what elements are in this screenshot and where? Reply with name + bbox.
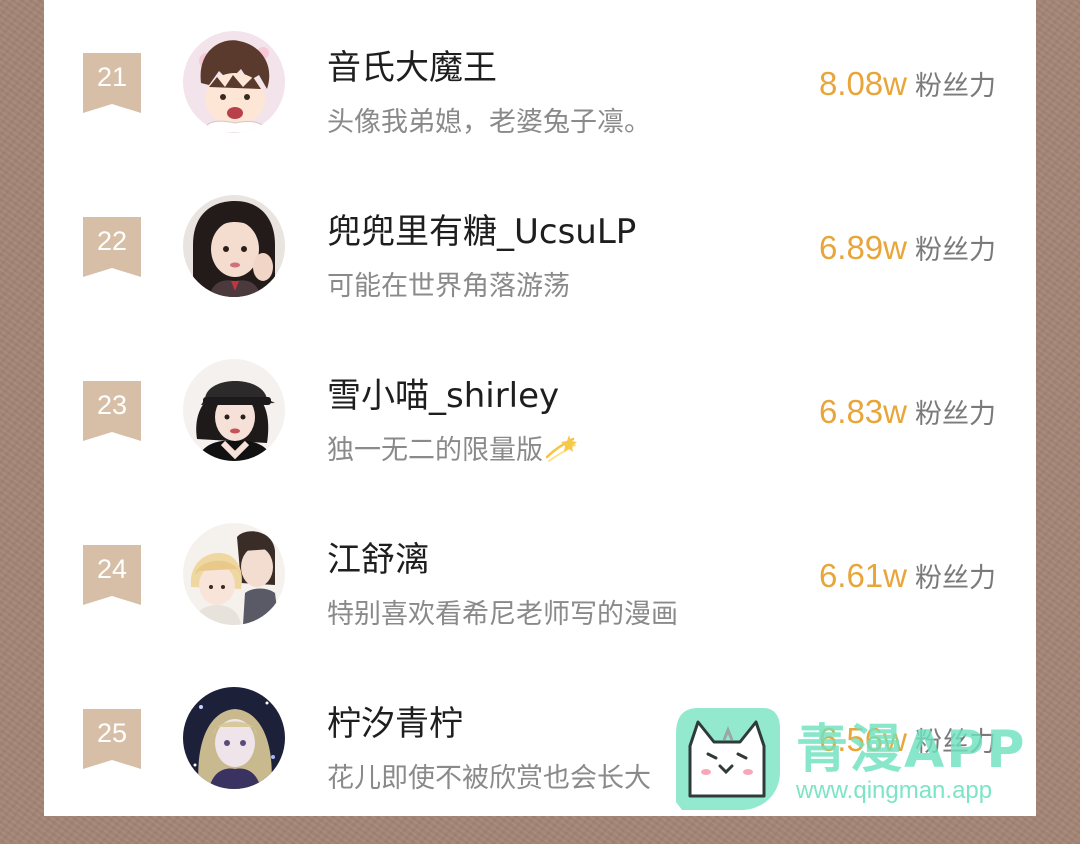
rank-number: 24: [96, 554, 128, 584]
username[interactable]: 音氏大魔王: [327, 40, 497, 89]
list-item[interactable]: 23 雪小喵_shirley 独一无二的限量版 6.83w 粉丝力: [44, 328, 1036, 492]
fans-power: 8.08w 粉丝力: [819, 64, 996, 103]
fans-label: 粉丝力: [915, 399, 996, 430]
rank-badge: 24: [83, 545, 141, 605]
list-item[interactable]: 24 江舒漓 特别喜欢看希尼老师写的漫画 6.61w 粉丝力: [44, 492, 1036, 656]
fans-label: 粉丝力: [915, 563, 996, 594]
rank-number: 21: [96, 62, 128, 92]
fans-power: 6.89w 粉丝力: [819, 228, 996, 267]
bio: 头像我弟媳，老婆兔子凛。: [327, 107, 651, 138]
fans-value: 6.83w: [818, 393, 907, 430]
fans-value: 6.61w: [818, 557, 907, 594]
rank-badge: 22: [83, 217, 141, 277]
avatar[interactable]: [183, 195, 285, 297]
fans-power: 6.61w 粉丝力: [819, 556, 996, 595]
fans-label: 粉丝力: [915, 235, 996, 266]
list-item[interactable]: 22 兜兜里有糖_UcsuLP 可能在世界角落游荡 6.89w 粉丝力: [44, 164, 1036, 328]
bio-text: 独一无二的限量版: [327, 435, 543, 466]
fans-label: 粉丝力: [915, 727, 996, 758]
list-item[interactable]: 21 音氏大魔王 头像我弟媳，老婆兔子凛。 8.08w 粉丝力: [44, 0, 1036, 164]
fans-label: 粉丝力: [915, 71, 996, 102]
fans-value: 6.89w: [818, 229, 907, 266]
bio: 独一无二的限量版: [327, 428, 579, 470]
ranking-list: 21 音氏大魔王 头像我弟媳，老婆兔子凛。 8.08w 粉丝力 22 兜兜里有糖…: [44, 0, 1036, 816]
username[interactable]: 柠汐青柠: [327, 696, 463, 745]
avatar[interactable]: [183, 359, 285, 461]
avatar[interactable]: [183, 31, 285, 133]
username[interactable]: 兜兜里有糖_UcsuLP: [327, 204, 636, 253]
username[interactable]: 雪小喵_shirley: [327, 368, 559, 417]
rank-badge: 21: [83, 53, 141, 113]
fans-value: 8.08w: [818, 65, 907, 102]
avatar[interactable]: [183, 523, 285, 625]
bio: 可能在世界角落游荡: [327, 271, 570, 302]
rank-number: 22: [96, 226, 128, 256]
list-item[interactable]: 25 柠汐青柠 花儿即使不被欣赏也会长大 6.56w 粉丝力: [44, 656, 1036, 820]
bio: 特别喜欢看希尼老师写的漫画: [327, 599, 678, 630]
dizzy-star-icon: [545, 433, 579, 470]
fans-power: 6.56w 粉丝力: [819, 720, 996, 759]
rank-number: 23: [96, 390, 128, 420]
rank-number: 25: [96, 718, 128, 748]
fans-power: 6.83w 粉丝力: [819, 392, 996, 431]
avatar[interactable]: [183, 687, 285, 789]
bio: 花儿即使不被欣赏也会长大: [327, 763, 651, 794]
fans-value: 6.56w: [818, 721, 907, 758]
rank-badge: 23: [83, 381, 141, 441]
rank-badge: 25: [83, 709, 141, 769]
username[interactable]: 江舒漓: [327, 532, 429, 581]
